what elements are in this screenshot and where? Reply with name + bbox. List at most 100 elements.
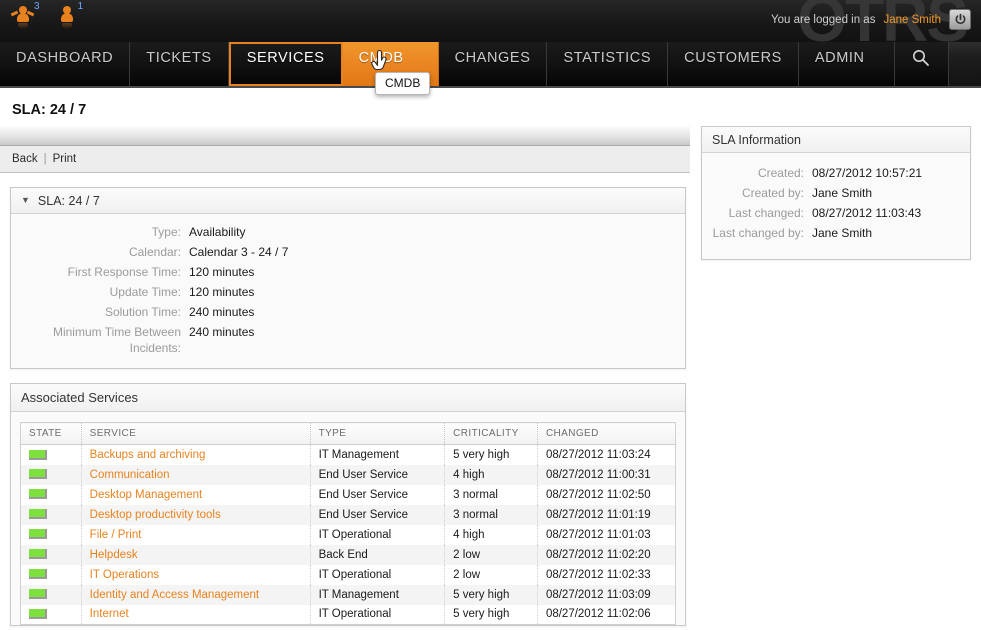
- nav-item-customers[interactable]: CUSTOMERS: [668, 42, 799, 86]
- field-value: Calendar 3 - 24 / 7: [189, 242, 685, 262]
- cell-service: IT Operations: [81, 565, 310, 585]
- cell-state: [21, 485, 82, 505]
- associated-services-header: Associated Services: [11, 384, 685, 412]
- sla-information-widget: SLA Information Created:08/27/2012 10:57…: [701, 126, 971, 260]
- state-indicator-icon: [29, 469, 47, 479]
- table-row[interactable]: CommunicationEnd User Service4 high08/27…: [21, 465, 676, 485]
- toolbar-gradient-strip: [0, 126, 690, 146]
- back-link[interactable]: Back: [12, 153, 38, 165]
- nav-item-dashboard[interactable]: DASHBOARD: [0, 42, 130, 86]
- table-row[interactable]: InternetIT Operational5 very high08/27/2…: [21, 605, 676, 625]
- service-link[interactable]: Desktop Management: [90, 489, 203, 501]
- associated-services-table: STATE SERVICE TYPE CRITICALITY CHANGED B…: [20, 422, 676, 625]
- cell-state: [21, 585, 82, 605]
- nav-item-admin[interactable]: ADMIN: [799, 42, 895, 86]
- nav-item-tickets[interactable]: TICKETS: [130, 42, 228, 86]
- field-value: Jane Smith: [812, 183, 970, 203]
- cell-criticality: 2 low: [445, 545, 538, 565]
- cell-state: [21, 465, 82, 485]
- field-value: 240 minutes: [189, 302, 685, 322]
- field-label: Solution Time:: [11, 302, 189, 322]
- agent-group-icon: [14, 3, 32, 25]
- field-value: Availability: [189, 222, 685, 242]
- table-row[interactable]: IT OperationsIT Operational2 low08/27/20…: [21, 565, 676, 585]
- column-header-type[interactable]: TYPE: [310, 423, 445, 445]
- service-link[interactable]: Backups and archiving: [90, 449, 206, 461]
- action-separator: |: [44, 153, 47, 165]
- nav-item-services[interactable]: SERVICES: [229, 42, 343, 86]
- logged-in-user-name[interactable]: Jane Smith: [883, 14, 941, 26]
- nav-label: CMDB: [359, 42, 404, 66]
- power-logout-icon[interactable]: [949, 9, 971, 30]
- cell-changed: 08/27/2012 11:02:33: [537, 565, 675, 585]
- print-link[interactable]: Print: [53, 153, 77, 165]
- sla-detail-title: SLA: 24 / 7: [38, 194, 100, 208]
- sla-information-title: SLA Information: [712, 133, 801, 147]
- column-header-service[interactable]: SERVICE: [81, 423, 310, 445]
- cell-type: End User Service: [310, 485, 445, 505]
- agent-group-indicator[interactable]: 3: [14, 3, 40, 25]
- cell-changed: 08/27/2012 11:03:09: [537, 585, 675, 605]
- cell-changed: 08/27/2012 11:02:50: [537, 485, 675, 505]
- field-row: Calendar:Calendar 3 - 24 / 7: [11, 242, 685, 262]
- nav-label: CUSTOMERS: [684, 42, 782, 66]
- column-header-criticality[interactable]: CRITICALITY: [445, 423, 538, 445]
- cell-type: Back End: [310, 545, 445, 565]
- nav-label: STATISTICS: [563, 42, 651, 66]
- cell-criticality: 5 very high: [445, 605, 538, 625]
- sla-detail-fields: Type:Availability Calendar:Calendar 3 - …: [11, 222, 685, 358]
- field-value: 240 minutes: [189, 322, 685, 358]
- service-link[interactable]: Desktop productivity tools: [90, 509, 221, 521]
- field-label: Last changed:: [702, 203, 812, 223]
- column-header-changed[interactable]: CHANGED: [537, 423, 675, 445]
- service-link[interactable]: IT Operations: [90, 569, 159, 581]
- state-indicator-icon: [29, 549, 47, 559]
- table-row[interactable]: Desktop ManagementEnd User Service3 norm…: [21, 485, 676, 505]
- state-indicator-icon: [29, 529, 47, 539]
- nav-item-search[interactable]: [895, 42, 949, 86]
- agent-person-indicator[interactable]: 1: [58, 3, 84, 25]
- login-status-text: You are logged in as: [771, 14, 875, 26]
- field-value: 08/27/2012 10:57:21: [812, 163, 970, 183]
- service-link[interactable]: Helpdesk: [90, 549, 138, 561]
- field-label: Update Time:: [11, 282, 189, 302]
- field-row: Update Time:120 minutes: [11, 282, 685, 302]
- field-label: Created by:: [702, 183, 812, 203]
- field-row: Created by:Jane Smith: [702, 183, 970, 203]
- field-label: Last changed by:: [702, 223, 812, 243]
- field-label: First Response Time:: [11, 262, 189, 282]
- left-column: Back | Print ▼ SLA: 24 / 7 Type:Availabi…: [0, 126, 690, 626]
- collapse-triangle-icon[interactable]: ▼: [21, 196, 30, 205]
- service-link[interactable]: Communication: [90, 469, 170, 481]
- sla-detail-header: ▼ SLA: 24 / 7: [11, 188, 685, 214]
- field-value: 08/27/2012 11:03:43: [812, 203, 970, 223]
- service-link[interactable]: Identity and Access Management: [90, 589, 259, 601]
- service-link[interactable]: Internet: [90, 608, 129, 620]
- header-notification-icons: 3 1: [14, 3, 83, 25]
- table-row[interactable]: Identity and Access ManagementIT Managem…: [21, 585, 676, 605]
- nav-item-statistics[interactable]: STATISTICS: [547, 42, 668, 86]
- nav-filler: [949, 42, 981, 86]
- table-row[interactable]: Desktop productivity tools End User Servi…: [21, 505, 676, 525]
- cell-changed: 08/27/2012 11:01:03: [537, 525, 675, 545]
- cell-criticality: 4 high: [445, 525, 538, 545]
- service-link[interactable]: File / Print: [90, 529, 142, 541]
- table-row[interactable]: Backups and archivingIT Management5 very…: [21, 445, 676, 465]
- cell-criticality: 3 normal: [445, 505, 538, 525]
- field-row: Last changed:08/27/2012 11:03:43: [702, 203, 970, 223]
- column-header-state[interactable]: STATE: [21, 423, 82, 445]
- field-row: Created:08/27/2012 10:57:21: [702, 163, 970, 183]
- state-indicator-icon: [29, 589, 47, 599]
- cell-service: Desktop Management: [81, 485, 310, 505]
- app-header: OTRS 3 1 You are logged in as Jane Smith: [0, 0, 981, 42]
- cell-state: [21, 605, 82, 625]
- cell-state: [21, 505, 82, 525]
- field-label: Type:: [11, 222, 189, 242]
- table-row[interactable]: HelpdeskBack End2 low08/27/2012 11:02:20: [21, 545, 676, 565]
- table-row[interactable]: File / PrintIT Operational4 high08/27/20…: [21, 525, 676, 545]
- cell-type: End User Service: [310, 505, 445, 525]
- login-status-bar: You are logged in as Jane Smith: [771, 9, 971, 30]
- cell-service: Internet: [81, 605, 310, 625]
- nav-item-changes[interactable]: CHANGES: [439, 42, 548, 86]
- cell-changed: 08/27/2012 11:02:06: [537, 605, 675, 625]
